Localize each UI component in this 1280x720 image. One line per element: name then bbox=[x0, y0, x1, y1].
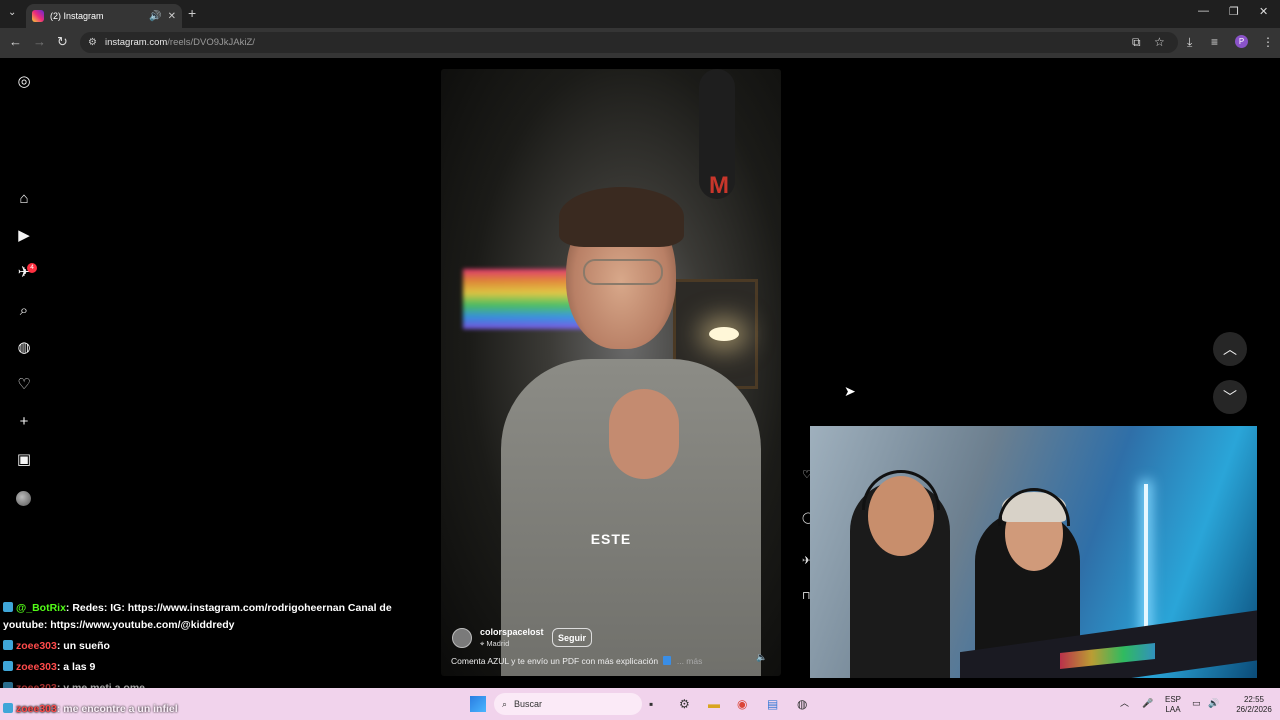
reload-button[interactable]: ↻ bbox=[57, 34, 68, 50]
site-info-icon[interactable]: ⚙ bbox=[88, 37, 97, 48]
dashboard-icon[interactable]: ▣ bbox=[14, 450, 34, 470]
notification-badge: 4 bbox=[27, 263, 37, 273]
reel-overlay-caption: ESTE bbox=[590, 531, 632, 547]
clock[interactable]: 22:55 26/2/2026 bbox=[1232, 695, 1276, 715]
create-plus-icon[interactable]: + bbox=[14, 412, 34, 432]
chat-message-continuation: youtube: https://www.youtube.com/@kiddre… bbox=[3, 619, 235, 631]
headset-right-icon bbox=[998, 488, 1070, 526]
reel-video[interactable]: M ESTE colorspacelost ⌖ Madrid Seguir Co… bbox=[441, 69, 781, 676]
tab-title: (2) Instagram bbox=[50, 11, 104, 21]
explore-icon[interactable]: ◍ bbox=[14, 338, 34, 358]
chat-badge-icon bbox=[3, 602, 13, 612]
close-window-button[interactable]: ✕ bbox=[1259, 5, 1268, 18]
tab-search-icon[interactable]: ⌄ bbox=[8, 7, 16, 18]
chrome-icon[interactable]: ◉ bbox=[737, 697, 747, 711]
reel-author-avatar[interactable] bbox=[452, 628, 472, 648]
blue-book-emoji-icon bbox=[663, 656, 672, 665]
reading-list-icon[interactable]: ≡ bbox=[1211, 35, 1218, 49]
previous-reel-button[interactable]: ︿ bbox=[1213, 332, 1247, 366]
next-reel-button[interactable]: ﹀ bbox=[1213, 380, 1247, 414]
task-view-icon[interactable]: ▪ bbox=[649, 697, 653, 711]
settings-gear-icon[interactable]: ⚙ bbox=[679, 697, 690, 711]
volume-icon[interactable]: 🔈 bbox=[756, 652, 767, 663]
volume-tray-icon[interactable]: 🔊 bbox=[1208, 698, 1219, 708]
menu-icon[interactable]: ⋮ bbox=[1262, 35, 1274, 49]
person-glasses bbox=[583, 259, 663, 285]
reel-description: Comenta AZUL y te envío un PDF con más e… bbox=[451, 656, 751, 666]
cast-icon[interactable]: ⧉ bbox=[1132, 35, 1141, 50]
mouse-cursor-icon: ➤ bbox=[844, 383, 856, 399]
headset-left-icon bbox=[862, 470, 940, 510]
chat-username: @_BotRix bbox=[16, 602, 66, 614]
chat-username: zoee303 bbox=[16, 640, 57, 652]
tray-overflow-icon[interactable]: ︿ bbox=[1120, 698, 1129, 708]
more-link[interactable]: ... más bbox=[677, 656, 703, 666]
skateboard-logo: M bbox=[709, 172, 729, 199]
clock-time: 22:55 bbox=[1243, 695, 1265, 704]
home-icon[interactable]: ⌂ bbox=[14, 189, 34, 209]
person-hand bbox=[609, 389, 679, 479]
language-indicator[interactable]: ESP LAA bbox=[1163, 695, 1183, 715]
file-explorer-icon[interactable]: ▬ bbox=[708, 697, 720, 711]
chat-badge-icon bbox=[3, 640, 13, 650]
new-tab-button[interactable]: + bbox=[188, 5, 196, 21]
address-bar[interactable]: ⚙ instagram.com/reels/DVO9JkJAkiZ/ bbox=[80, 32, 1178, 53]
chat-text: : Redes: IG: https://www.instagram.com/r… bbox=[65, 602, 392, 614]
reel-location[interactable]: ⌖ Madrid bbox=[480, 639, 509, 649]
led-light-bar bbox=[1144, 484, 1148, 634]
reels-icon[interactable]: ▶ bbox=[14, 226, 34, 246]
taskbar-search-placeholder: Buscar bbox=[514, 699, 543, 709]
notifications-heart-icon[interactable]: ♡ bbox=[14, 375, 34, 395]
minimize-button[interactable]: — bbox=[1198, 5, 1209, 17]
instagram-logo-icon[interactable]: ◎ bbox=[14, 72, 34, 92]
chat-text: : a las 9 bbox=[56, 661, 96, 673]
browser-tab-instagram[interactable]: (2) Instagram 🔊 ✕ bbox=[26, 4, 182, 28]
microphone-icon[interactable]: 🎤 bbox=[1142, 698, 1153, 708]
reel-location-text: Madrid bbox=[486, 639, 510, 648]
close-tab-icon[interactable]: ✕ bbox=[168, 11, 176, 22]
person-hair bbox=[559, 187, 684, 247]
language-top: ESP bbox=[1164, 695, 1181, 704]
bookmark-star-icon[interactable]: ☆ bbox=[1154, 35, 1165, 49]
chat-text: : me encontre a un infiel bbox=[56, 703, 178, 715]
chat-message: zoee303: un sueño bbox=[3, 640, 110, 652]
restore-button[interactable]: ❐ bbox=[1229, 5, 1239, 18]
chat-badge-icon bbox=[3, 703, 13, 713]
reel-author-name[interactable]: colorspacelost bbox=[480, 627, 544, 637]
profile-avatar-icon[interactable] bbox=[16, 491, 31, 506]
download-icon[interactable]: ⤓ bbox=[1187, 35, 1192, 50]
speaker-icon[interactable]: 🔊 bbox=[149, 11, 161, 22]
obs-icon[interactable]: ◍ bbox=[797, 697, 807, 711]
chat-message: zoee303: a las 9 bbox=[3, 661, 95, 673]
url-domain: instagram.com bbox=[104, 37, 168, 48]
chat-username: zoee303 bbox=[16, 703, 57, 715]
taskbar-search[interactable]: ⌕ Buscar bbox=[494, 693, 642, 715]
chat-text: : un sueño bbox=[56, 640, 110, 652]
url-path: /reels/DVO9JkJAkiZ/ bbox=[167, 37, 255, 48]
windows-start-icon[interactable] bbox=[470, 696, 486, 712]
follow-button[interactable]: Seguir bbox=[552, 628, 593, 647]
app-window-icon[interactable]: ▤ bbox=[767, 697, 778, 711]
profile-avatar[interactable]: P bbox=[1235, 35, 1248, 48]
language-bottom: LAA bbox=[1165, 705, 1181, 714]
chat-message: zoee303: me encontre a un infiel bbox=[3, 703, 178, 715]
webcam-overlay bbox=[810, 426, 1257, 678]
chat-badge-icon bbox=[3, 661, 13, 671]
chat-message: @_BotRix: Redes: IG: https://www.instagr… bbox=[3, 602, 392, 614]
clock-date: 26/2/2026 bbox=[1236, 705, 1272, 714]
forward-button[interactable]: → bbox=[33, 34, 46, 49]
instagram-favicon-icon bbox=[32, 10, 44, 22]
network-icon[interactable]: ▭ bbox=[1192, 698, 1201, 708]
back-button[interactable]: ← bbox=[9, 34, 22, 49]
lamp-light bbox=[709, 327, 739, 341]
search-icon[interactable]: ⌕ bbox=[14, 301, 34, 321]
search-icon: ⌕ bbox=[502, 698, 508, 709]
reel-description-text: Comenta AZUL y te envío un PDF con más e… bbox=[451, 656, 659, 666]
chat-username: zoee303 bbox=[16, 661, 57, 673]
